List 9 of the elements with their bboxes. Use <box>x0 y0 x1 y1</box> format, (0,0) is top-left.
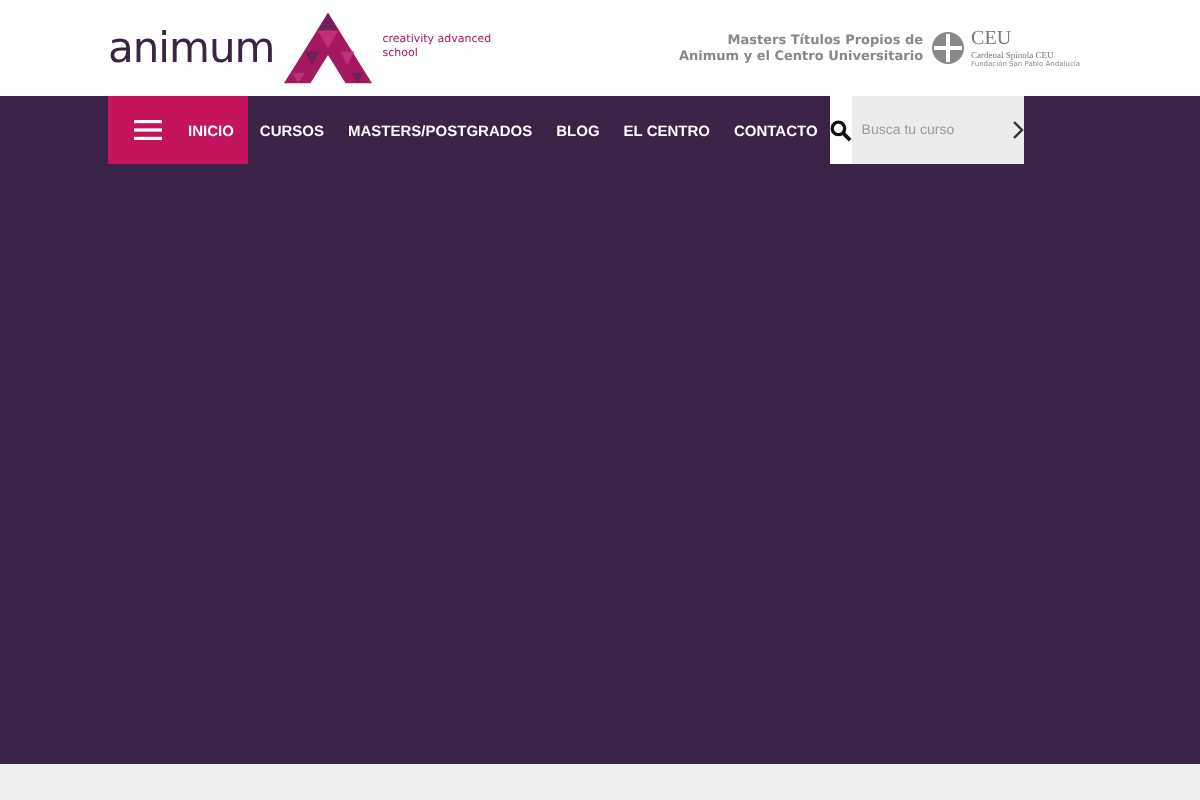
cross-emblem-icon <box>931 32 964 64</box>
search-button[interactable] <box>829 96 852 164</box>
logo-wordmark[interactable]: animum <box>108 24 275 72</box>
menu-button[interactable] <box>108 96 188 164</box>
logo-icon <box>284 12 373 84</box>
partner-logo-name: CEU <box>971 29 1014 49</box>
search-icon <box>829 119 852 141</box>
chevron-right-icon <box>1011 120 1024 140</box>
menu-icon <box>134 120 162 140</box>
